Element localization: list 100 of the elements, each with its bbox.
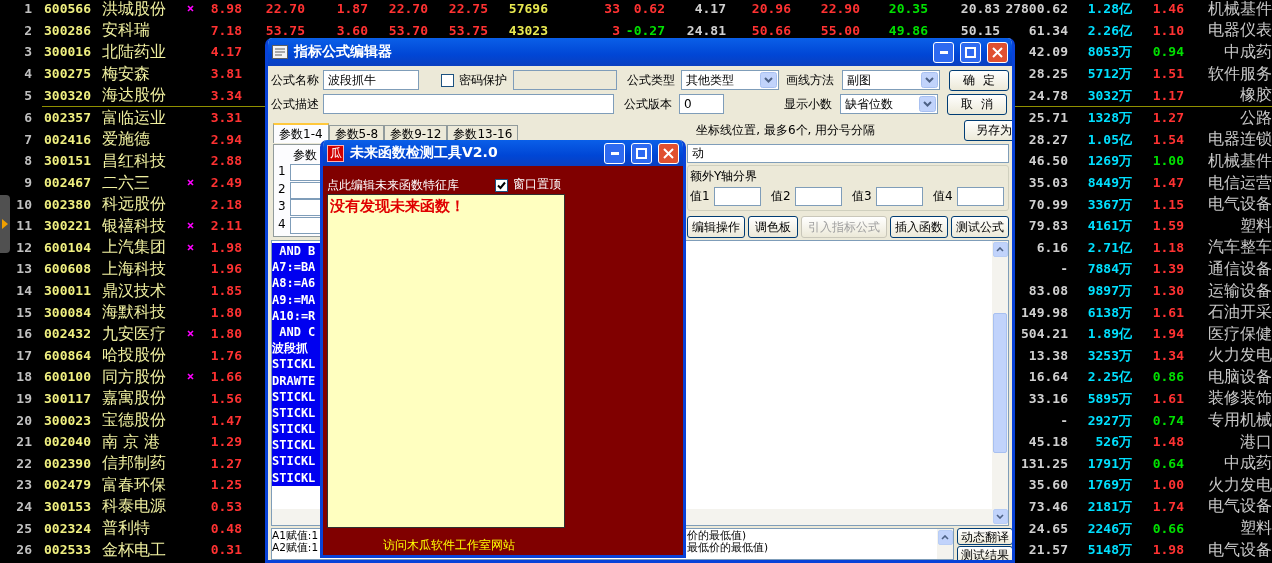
table-cell: 1.80 [210,305,242,319]
table-cell: -0.27 [625,23,665,37]
value-field[interactable] [876,186,923,206]
close-button[interactable] [658,142,679,164]
stock-name: 梅安森 [102,65,150,82]
table-cell: 49.86 [888,23,928,37]
table-cell: 9897万 [1087,284,1132,297]
draw-method-dropdown[interactable]: 副图 [842,70,940,90]
table-cell: 1.18 [1152,240,1184,254]
toolbar-button[interactable]: 插入函数 [890,216,948,238]
field-label: 坐标线位置, 最多6个, 用分号分隔 [696,121,876,139]
table-cell: 3367万 [1087,197,1132,211]
table-cell: 149.98 [1021,305,1068,319]
tab[interactable]: 参数1-4 [273,123,329,143]
stock-code: 002040 [44,435,91,449]
table-cell: 电气设备 [1208,196,1272,213]
table-cell: 2.26亿 [1087,23,1132,37]
stock-code: 002479 [44,478,91,492]
stock-name: 科泰电源 [102,498,166,515]
formula-name-field[interactable]: 波段抓牛 [322,70,419,90]
table-cell: 22.75 [448,2,488,16]
row-number: 6 [24,111,32,125]
checkbox-label: 窗口置顶 [513,176,561,193]
row-number: 3 [24,45,32,59]
table-cell: 1.74 [1152,499,1184,513]
axis-position-field[interactable]: 动 [687,144,1009,163]
close-button[interactable] [987,41,1008,63]
table-cell: 3 [612,23,620,37]
message-line: 最低价的最低值) [687,541,769,553]
edit-link[interactable]: 点此编辑未来函数特征库 [327,176,459,194]
table-cell: 电器连锁 [1208,131,1272,148]
table-cell: 中成药 [1224,455,1272,472]
action-button[interactable]: 动态翻译 [957,528,1012,545]
table-cell: 1.46 [1152,2,1184,16]
value-field[interactable] [714,186,761,206]
field-label: 值1 [690,187,711,205]
stock-name: 科远股份 [102,196,166,213]
value-field[interactable] [957,186,1004,206]
window-icon [272,45,288,59]
cancel-button[interactable]: 取 消 [947,93,1007,115]
ok-button[interactable]: 确 定 [949,69,1009,91]
minimize-icon [939,50,948,54]
table-cell: 8449万 [1087,176,1132,190]
table-cell: 1.48 [1152,435,1184,449]
toolbar-button[interactable]: 编辑操作 [687,216,745,238]
row-number: 12 [16,240,32,254]
value-field[interactable] [795,186,842,206]
row-number: 7 [24,132,32,146]
table-cell: 0.48 [210,521,242,535]
decimals-dropdown[interactable]: 缺省位数 [840,94,938,114]
table-cell: 0.31 [210,543,242,557]
minimize-button[interactable] [933,41,954,63]
stock-code: 600608 [44,262,91,276]
stock-name: 上海科技 [102,260,166,277]
table-cell: 1769万 [1087,478,1132,492]
description-field[interactable] [323,94,614,114]
table-cell: 1328万 [1087,111,1132,125]
stock-name: 嘉寓股份 [102,390,166,407]
website-link[interactable]: 访问木瓜软件工作室网站 [383,537,515,554]
table-cell: 1.10 [1152,23,1184,37]
checkbox[interactable] [440,73,454,87]
scroll-down-button[interactable] [992,509,1008,524]
column-header: 参数 [293,147,317,164]
table-cell: 20.96 [751,2,791,16]
table-cell: 1.94 [1152,327,1184,341]
side-panel-toggle[interactable] [0,195,10,253]
checkbox[interactable] [495,178,508,192]
table-cell: 1.59 [1152,219,1184,233]
formula-type-dropdown[interactable]: 其他类型 [681,70,780,90]
version-field[interactable]: 0 [679,94,724,114]
scroll-up-button[interactable] [937,530,953,545]
table-cell: 火力发电 [1208,476,1272,493]
table-cell: 2.71亿 [1087,240,1132,254]
message-line: A2赋值:1 [272,541,319,553]
toolbar-button[interactable]: 测试公式 [951,216,1009,238]
scrollbar-thumb[interactable] [993,313,1007,453]
stock-code: 300153 [44,499,91,513]
result-text: 没有发现未来函数！ [330,197,465,215]
save-as-button[interactable]: 另存为 [964,119,1012,141]
table-cell: 1.34 [1152,348,1184,362]
action-button[interactable]: 测试结果 [957,546,1012,560]
stock-code: 300320 [44,88,91,102]
table-cell: 35.60 [1028,478,1068,492]
maximize-button[interactable] [960,41,981,63]
message-line: A1赋值:1 [272,529,319,541]
stock-name: 洪城股份 [102,0,166,17]
scroll-up-button[interactable] [992,242,1008,257]
toolbar-button[interactable]: 调色板 [748,216,798,238]
maximize-button[interactable] [631,142,652,164]
group-label: 额外Y轴分界 [690,168,758,185]
table-cell: 2.25亿 [1087,370,1132,384]
row-number: 18 [16,370,32,384]
table-cell: 45.18 [1028,435,1068,449]
table-cell: - [1060,413,1068,427]
minimize-button[interactable] [604,142,625,164]
stock-code: 002390 [44,456,91,470]
window-title: 未来函数检测工具V2.0 [350,144,499,162]
stock-name: 爱施德 [102,131,150,148]
table-cell: 21.57 [1028,543,1068,557]
table-cell: 27800.62 [1005,2,1068,16]
